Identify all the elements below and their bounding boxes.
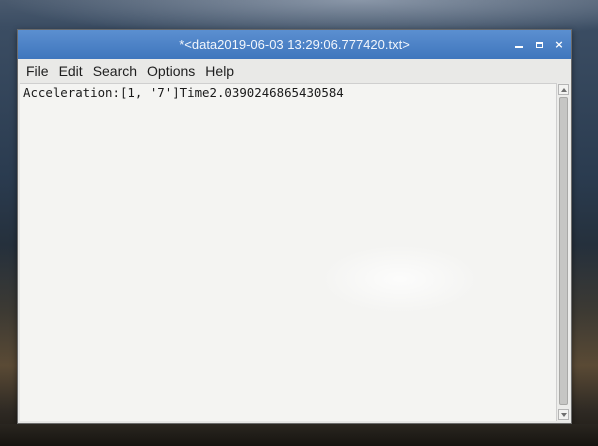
maximize-icon	[535, 41, 543, 48]
menu-search[interactable]: Search	[89, 59, 141, 83]
close-button[interactable]: ×	[551, 36, 567, 53]
scroll-thumb[interactable]	[559, 97, 568, 405]
menu-help[interactable]: Help	[201, 59, 238, 83]
maximize-button[interactable]	[531, 36, 547, 53]
desktop-bottom-edge	[0, 424, 598, 446]
vertical-scrollbar[interactable]	[556, 83, 570, 421]
menu-file[interactable]: File	[22, 59, 53, 83]
menu-options[interactable]: Options	[143, 59, 199, 83]
scroll-up-button[interactable]	[558, 84, 569, 95]
text-editor-area[interactable]: Acceleration:[1, '7']Time2.0390246865430…	[20, 83, 556, 421]
title-bar[interactable]: *<data2019-06-03 13:29:06.777420.txt> ×	[18, 30, 571, 59]
screen-glare	[320, 244, 480, 314]
minimize-button[interactable]	[511, 36, 527, 53]
menu-bar: File Edit Search Options Help	[18, 59, 571, 83]
editor-text: Acceleration:[1, '7']Time2.0390246865430…	[23, 85, 344, 100]
arrow-up-icon	[560, 87, 567, 92]
window-controls: ×	[511, 36, 567, 53]
arrow-down-icon	[560, 412, 567, 417]
scroll-down-button[interactable]	[558, 409, 569, 420]
text-editor-window: *<data2019-06-03 13:29:06.777420.txt> × …	[17, 29, 572, 424]
minimize-icon	[515, 46, 523, 48]
close-icon: ×	[554, 38, 564, 51]
menu-edit[interactable]: Edit	[55, 59, 87, 83]
window-title: *<data2019-06-03 13:29:06.777420.txt>	[179, 37, 410, 52]
